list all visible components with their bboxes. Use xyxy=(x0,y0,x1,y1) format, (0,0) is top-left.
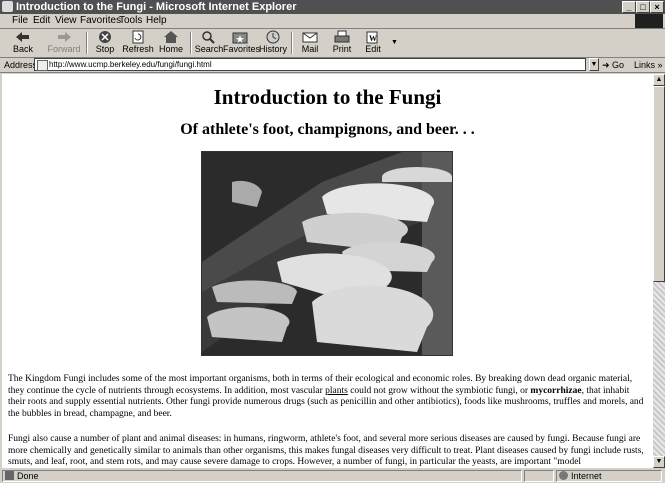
refresh-icon xyxy=(132,30,144,44)
history-label: History xyxy=(258,44,287,54)
refresh-button[interactable]: Refresh xyxy=(121,30,155,56)
search-icon xyxy=(202,31,215,44)
stop-label: Stop xyxy=(95,44,115,54)
refresh-label: Refresh xyxy=(122,44,154,54)
history-button[interactable]: History xyxy=(256,30,290,56)
home-button[interactable]: Home xyxy=(154,30,188,56)
plants-link[interactable]: plants xyxy=(325,386,348,396)
edit-label: Edit xyxy=(365,44,381,54)
status-bar: Done Internet xyxy=(0,469,665,483)
menu-favorites[interactable]: Favorites xyxy=(80,15,121,27)
svg-text:W: W xyxy=(369,34,377,43)
address-input[interactable]: http://www.ucmp.berkeley.edu/fungi/fungi… xyxy=(34,58,586,71)
window-title: Introduction to the Fungi - Microsoft In… xyxy=(16,1,297,13)
go-button[interactable]: ➜ Go xyxy=(602,59,624,71)
forward-arrow-icon xyxy=(58,32,71,42)
links-button[interactable]: Links » xyxy=(634,59,663,71)
mycorrhizae-term: mycorrhizae xyxy=(530,385,582,396)
forward-label: Forward xyxy=(47,44,81,54)
edit-dropdown-icon[interactable]: ▼ xyxy=(391,39,398,46)
minimize-button[interactable]: _ xyxy=(622,1,636,13)
paragraph-1-text-b: could not grow without the symbiotic fun… xyxy=(347,385,531,396)
title-bar: Introduction to the Fungi - Microsoft In… xyxy=(0,0,665,14)
mushroom-photo xyxy=(201,151,453,356)
scroll-down-icon[interactable]: ▼ xyxy=(653,456,665,468)
favorites-label: Favorites xyxy=(223,44,261,54)
search-button[interactable]: Search xyxy=(192,30,226,56)
home-icon xyxy=(164,31,178,43)
status-text: Done xyxy=(17,471,39,481)
ie-logo-icon xyxy=(2,1,13,12)
page-title: Introduction to the Fungi xyxy=(213,85,442,109)
status-zone-cell: Internet xyxy=(556,470,662,482)
page-content: Introduction to the Fungi Of athlete's f… xyxy=(2,74,653,468)
edit-button[interactable]: W Edit xyxy=(356,30,390,56)
links-label: Links xyxy=(634,60,656,70)
status-zone: Internet xyxy=(571,471,602,481)
page-subtitle: Of athlete's foot, champignons, and beer… xyxy=(180,121,475,138)
mail-button[interactable]: Mail xyxy=(293,30,327,56)
forward-button[interactable]: Forward xyxy=(47,30,81,56)
menu-bar: File Edit View Favorites Tools Help xyxy=(0,14,665,29)
stop-button[interactable]: Stop xyxy=(88,30,122,56)
favorites-button[interactable]: Favorites xyxy=(223,30,261,56)
go-label: Go xyxy=(612,60,625,70)
print-icon xyxy=(334,30,350,43)
address-label: Address xyxy=(4,60,38,70)
back-button[interactable]: Back xyxy=(6,30,40,56)
address-dropdown-icon[interactable]: ▼ xyxy=(589,58,599,71)
mail-icon xyxy=(302,32,318,43)
edit-icon: W xyxy=(366,31,378,44)
scroll-up-icon[interactable]: ▲ xyxy=(653,74,665,86)
menu-help[interactable]: Help xyxy=(146,15,167,27)
maximize-button[interactable]: □ xyxy=(636,1,650,13)
mail-label: Mail xyxy=(301,44,319,54)
address-url[interactable]: http://www.ucmp.berkeley.edu/fungi/fungi… xyxy=(49,59,212,70)
back-arrow-icon xyxy=(16,32,29,42)
vertical-scrollbar[interactable]: ▲ ▼ xyxy=(653,74,665,468)
paragraph-1: The Kingdom Fungi includes some of the m… xyxy=(8,374,648,420)
done-page-icon xyxy=(5,471,14,480)
toolbar: Back Forward Stop Refresh Home Search Fa… xyxy=(0,29,665,58)
menu-tools[interactable]: Tools xyxy=(119,15,142,27)
stop-icon xyxy=(99,31,111,43)
page-icon xyxy=(37,60,48,71)
close-button[interactable]: × xyxy=(650,1,664,13)
back-label: Back xyxy=(12,44,33,54)
home-label: Home xyxy=(158,44,183,54)
menu-file[interactable]: File xyxy=(12,15,28,27)
search-label: Search xyxy=(194,44,224,54)
paragraph-2: Fungi also cause a number of plant and a… xyxy=(8,434,644,467)
scroll-thumb[interactable] xyxy=(653,86,665,282)
internet-zone-icon xyxy=(559,471,568,480)
windows-logo-icon xyxy=(635,14,663,28)
menu-view[interactable]: View xyxy=(55,15,77,27)
print-button[interactable]: Print xyxy=(325,30,359,56)
mushroom-photo-image xyxy=(202,152,452,355)
favorites-folder-icon xyxy=(232,32,248,44)
print-label: Print xyxy=(332,44,352,54)
menu-edit[interactable]: Edit xyxy=(33,15,50,27)
history-icon xyxy=(266,30,280,44)
address-bar: Address http://www.ucmp.berkeley.edu/fun… xyxy=(0,58,665,73)
status-text-cell: Done xyxy=(2,470,522,482)
